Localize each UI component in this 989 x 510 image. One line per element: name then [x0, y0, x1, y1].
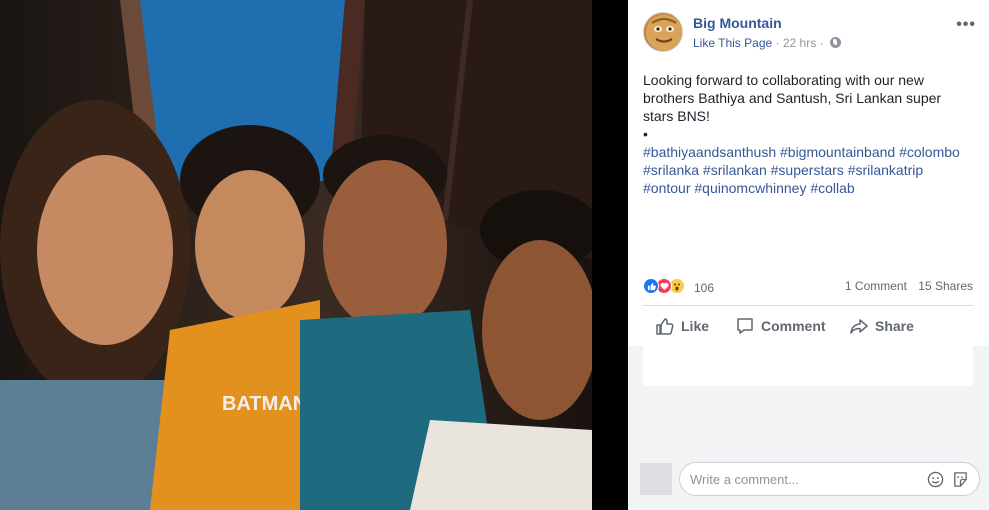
reaction-count[interactable]: 106 — [694, 281, 714, 295]
more-options-icon[interactable]: ••• — [956, 16, 976, 34]
comment-input[interactable]: Write a comment... — [679, 462, 980, 496]
comment-placeholder: Write a comment... — [690, 471, 799, 487]
page-name-link[interactable]: Big Mountain — [693, 15, 782, 31]
page-avatar[interactable] — [643, 12, 683, 52]
svg-text:BATMAN: BATMAN — [222, 393, 307, 415]
post-photo[interactable]: BATMAN — [0, 0, 592, 510]
post-stats: 106 1 Comment 15 Shares — [643, 276, 973, 296]
viewer-avatar — [640, 463, 672, 495]
mountain-face-logo-icon — [646, 15, 682, 51]
share-count-link[interactable]: 15 Shares — [918, 279, 973, 293]
globe-icon[interactable] — [829, 37, 841, 48]
like-button-label: Like — [681, 318, 710, 334]
meta-separator: · — [819, 36, 824, 50]
hashtag-link[interactable]: #srilankatrip — [848, 162, 923, 178]
like-button[interactable]: Like — [655, 307, 709, 345]
group-selfie-image: BATMAN — [0, 0, 592, 510]
post-body: Looking forward to collaborating with ou… — [643, 71, 973, 197]
emoji-icon[interactable] — [927, 471, 944, 488]
post-time[interactable]: 22 hrs — [783, 36, 816, 50]
comment-count-link[interactable]: 1 Comment — [845, 279, 907, 293]
engagement-counts: 1 Comment 15 Shares — [845, 279, 973, 293]
post-actions: Like Comment Share — [643, 307, 973, 345]
post-message: Looking forward to collaborating with ou… — [643, 72, 942, 124]
post-bullet: • — [643, 126, 648, 142]
hashtag-link[interactable]: #collab — [810, 180, 854, 196]
like-page-link[interactable]: Like This Page — [693, 36, 772, 50]
photo-viewer[interactable]: BATMAN — [0, 0, 628, 510]
comments-list — [643, 346, 973, 386]
speech-bubble-icon — [737, 318, 753, 334]
like-reaction-icon — [643, 278, 659, 294]
hashtag-link[interactable]: #superstars — [771, 162, 844, 178]
meta-separator: · — [775, 36, 780, 50]
comment-composer: Write a comment... — [628, 455, 989, 510]
hashtag-link[interactable]: #bigmountainband — [780, 144, 895, 160]
share-button[interactable]: Share — [849, 307, 914, 345]
divider — [643, 305, 973, 306]
hashtag-link[interactable]: #srilanka — [643, 162, 699, 178]
post-details-panel: Big Mountain Like This Page · 22 hrs · •… — [628, 0, 989, 510]
hashtag-link[interactable]: #quinomcwhinney — [694, 180, 806, 196]
share-arrow-icon — [850, 319, 868, 334]
hashtag-link[interactable]: #colombo — [899, 144, 960, 160]
hashtag-link[interactable]: #srilankan — [703, 162, 767, 178]
comment-button-label: Comment — [761, 318, 826, 334]
share-button-label: Share — [875, 318, 914, 334]
thumbs-up-icon — [656, 318, 674, 335]
sticker-icon[interactable] — [952, 471, 969, 488]
comment-button[interactable]: Comment — [735, 307, 826, 345]
post-meta: Like This Page · 22 hrs · — [693, 36, 841, 50]
hashtag-list: #bathiyaandsanthush #bigmountainband #co… — [643, 143, 973, 197]
hashtag-link[interactable]: #bathiyaandsanthush — [643, 144, 776, 160]
post-header: Big Mountain Like This Page · 22 hrs · •… — [643, 12, 978, 56]
hashtag-link[interactable]: #ontour — [643, 180, 690, 196]
